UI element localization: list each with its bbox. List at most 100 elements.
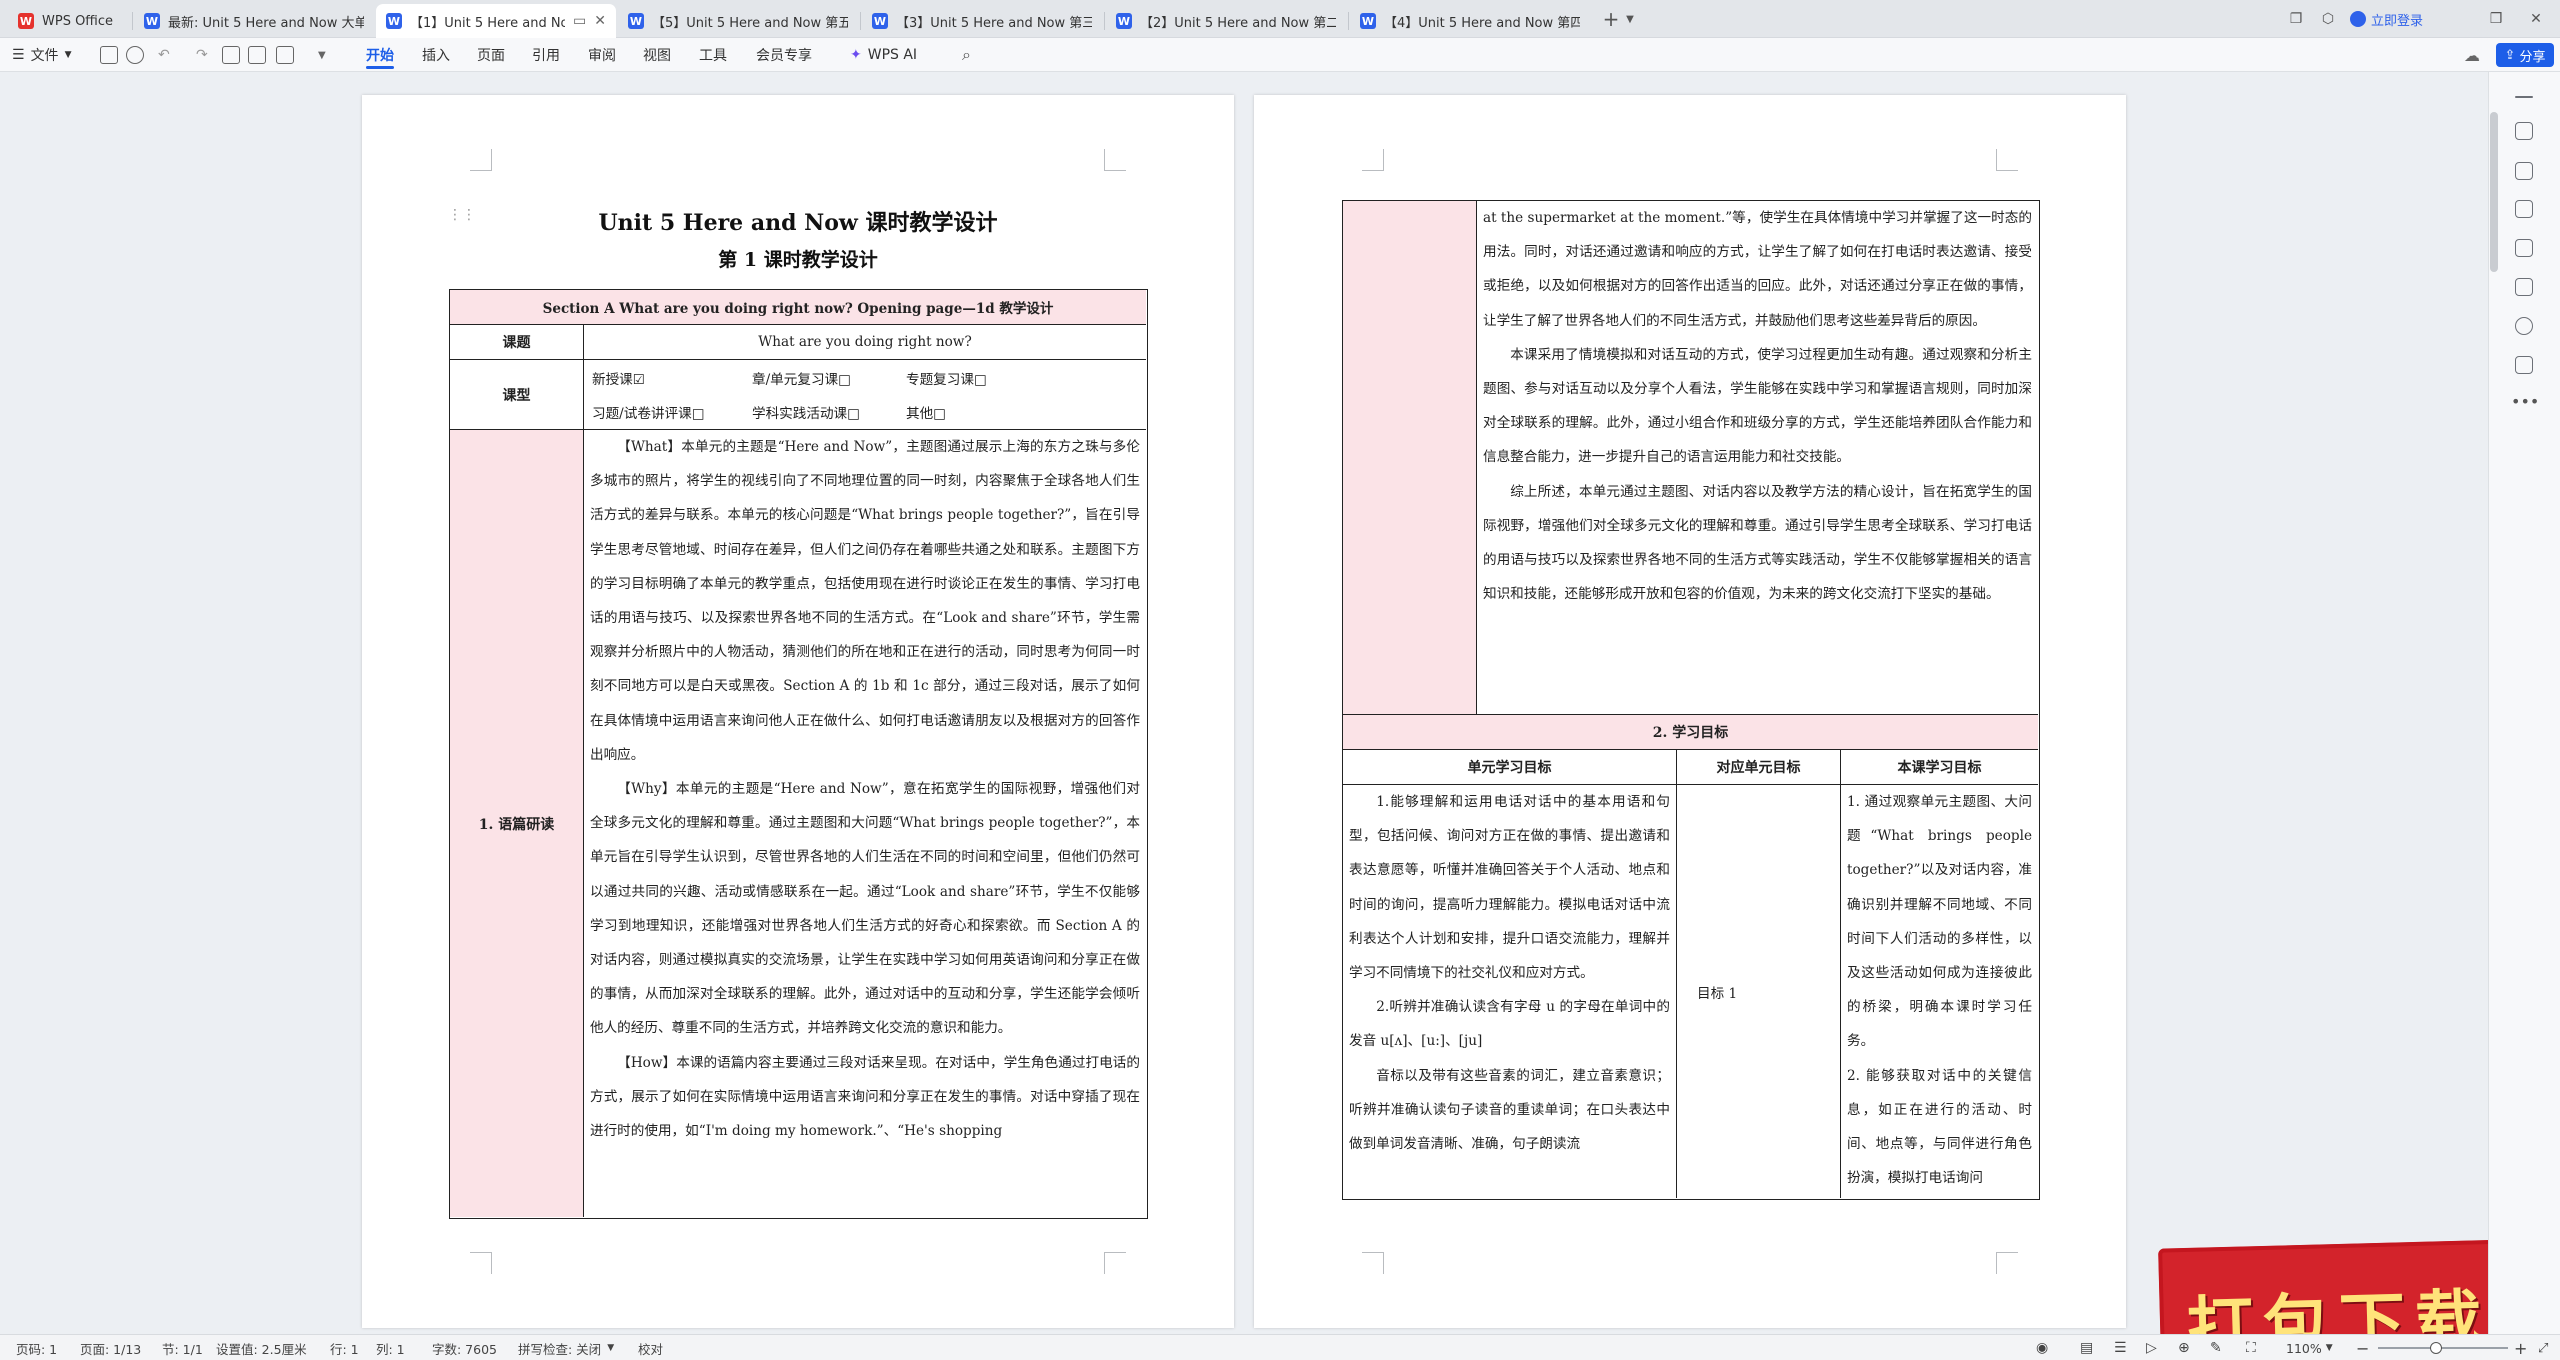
close-window-icon[interactable]: ✕ [2526, 8, 2546, 30]
wps-ai-button[interactable]: ✦ WPS AI [850, 38, 917, 72]
help-icon[interactable] [2515, 317, 2533, 335]
tab-label: 【5】Unit 5 Here and Now 第五课 [652, 15, 848, 31]
ribbon-tab-references[interactable]: 引用 [532, 38, 560, 72]
restore-window-icon[interactable]: ❒ [2486, 8, 2506, 30]
tab-unit5-lesson5[interactable]: W 【5】Unit 5 Here and Now 第五课 [618, 4, 858, 38]
status-col[interactable]: 列: 1 [376, 1335, 405, 1360]
section-header-cell: Section A What are you doing right now? … [450, 290, 1146, 325]
tab-unit5-lesson3[interactable]: W 【3】Unit 5 Here and Now 第三课 [862, 4, 1102, 38]
outline-view-icon[interactable]: ☰ [2114, 1335, 2127, 1360]
play-icon[interactable]: ▷ [2146, 1335, 2157, 1360]
analysis-summary-paragraph: 综上所述，本单元通过主题图、对话内容以及教学方法的精心设计，旨在拓宽学生的国际视… [1483, 483, 2032, 603]
wps-writer-window: W WPS Office W 最新: Unit 5 Here and Now 大… [0, 0, 2560, 1360]
search-icon[interactable]: ⌕ [962, 38, 971, 72]
search-replace-icon[interactable] [126, 46, 144, 64]
status-pages[interactable]: 页面: 1/13 [80, 1335, 141, 1360]
tab-wps-office[interactable]: W WPS Office [8, 4, 128, 38]
type-label-cell: 课型 [450, 360, 584, 430]
print-icon[interactable] [222, 46, 240, 64]
analysis-method-paragraph: 本课采用了情境模拟和对话互动的方式，使学习过程更加生动有趣。通过观察和分析主题图… [1483, 346, 2032, 466]
analysis-label-cell-continued [1343, 201, 1477, 715]
ribbon-tab-home[interactable]: 开始 [366, 38, 394, 72]
status-page[interactable]: 页码: 1 [16, 1335, 57, 1360]
goals-title-cell: 2. 学习目标 [1343, 715, 2038, 750]
share-panel-icon[interactable] [2515, 356, 2533, 374]
tab-label: 【4】Unit 5 Here and Now 第四课 [1384, 15, 1580, 31]
undo-icon[interactable]: ↶ [158, 38, 170, 72]
document-canvas[interactable]: ⋮⋮ Unit 5 Here and Now 课时教学设计 第 1 课时教学设计… [0, 72, 2520, 1360]
format-painter-icon[interactable] [276, 46, 294, 64]
tab-unit5-lesson2[interactable]: W 【2】Unit 5 Here and Now 第二课 [1106, 4, 1346, 38]
status-spell-check[interactable]: 拼写检查: 关闭 ▼ [518, 1335, 614, 1360]
ribbon-tab-view[interactable]: 视图 [643, 38, 671, 72]
tools-icon[interactable] [2515, 278, 2533, 296]
page-view-icon[interactable]: ▤ [2080, 1335, 2093, 1360]
web-view-icon[interactable]: ⊕ [2178, 1335, 2190, 1360]
tab-unit5-latest[interactable]: W 最新: Unit 5 Here and Now 大单元 [134, 4, 374, 38]
document-subtitle: 第 1 课时教学设计 [718, 249, 878, 271]
more-icon[interactable]: ••• [2511, 392, 2539, 411]
type-option[interactable]: 学科实践活动课□ [752, 402, 860, 422]
fullscreen-icon[interactable]: ⤢ [2538, 1335, 2548, 1360]
type-option[interactable]: 习题/试卷讲评课□ [592, 402, 705, 422]
cube-icon[interactable]: ⬡ [2318, 8, 2338, 30]
window-layout-icon[interactable]: ❐ [2286, 8, 2306, 30]
zoom-slider-handle[interactable] [2430, 1342, 2442, 1354]
ribbon-tab-tools[interactable]: 工具 [699, 38, 727, 72]
ribbon-tab-insert[interactable]: 插入 [422, 38, 450, 72]
type-option[interactable]: 其他□ [906, 402, 946, 422]
tab-unit5-lesson1[interactable]: W 【1】Unit 5 Here and Now ▭ ✕ [376, 4, 616, 38]
lesson-goal-1: 1. 通过观察单元主题图、大问题“What brings people toge… [1847, 794, 2032, 1050]
eye-protection-icon[interactable]: ◉ [2036, 1335, 2048, 1360]
word-doc-icon: W [628, 13, 644, 29]
zoom-slider[interactable] [2378, 1335, 2508, 1360]
lesson-design-table-continued: at the supermarket at the moment.”等，使学生在… [1342, 200, 2040, 1200]
type-option[interactable]: 新授课☑ [592, 368, 645, 388]
ribbon-tab-review[interactable]: 审阅 [588, 38, 616, 72]
minimize-panel-icon[interactable] [2515, 96, 2533, 98]
tab-unit5-lesson4[interactable]: W 【4】Unit 5 Here and Now 第四课 [1350, 4, 1590, 38]
document-title: Unit 5 Here and Now 课时教学设计 [598, 210, 998, 236]
login-button[interactable]: 立即登录 [2350, 8, 2423, 30]
share-button[interactable]: ⇪ 分享 [2496, 43, 2554, 67]
lesson-type-options: 新授课☑ 章/单元复习课□ 专题复习课□ 习题/试卷讲评课□ 学科实践活动课□ … [584, 360, 1146, 430]
write-icon[interactable]: ✎ [2210, 1335, 2222, 1360]
status-setting[interactable]: 设置值: 2.5厘米 [216, 1335, 307, 1360]
status-word-count[interactable]: 字数: 7605 [432, 1335, 497, 1360]
right-tool-panel: ••• [2488, 72, 2560, 1334]
status-section[interactable]: 节: 1/1 [162, 1335, 203, 1360]
avatar-icon [2350, 11, 2366, 27]
pen-icon[interactable] [2515, 122, 2533, 140]
document-page-2[interactable]: at the supermarket at the moment.”等，使学生在… [1254, 95, 2126, 1328]
export-pdf-icon[interactable] [248, 46, 266, 64]
new-tab-plus-icon[interactable]: + [1600, 7, 1622, 31]
type-option[interactable]: 章/单元复习课□ [752, 368, 851, 388]
status-proofread[interactable]: 校对 [638, 1335, 663, 1360]
vertical-scrollbar[interactable] [2490, 112, 2498, 272]
chevron-down-icon[interactable]: ▼ [1622, 8, 1638, 30]
file-menu[interactable]: ☰ 文件 ▼ [12, 38, 71, 72]
image-icon[interactable] [2515, 239, 2533, 257]
redo-icon[interactable]: ↷ [196, 38, 208, 72]
sliders-icon[interactable] [2515, 200, 2533, 218]
zoom-in-icon[interactable]: + [2514, 1335, 2527, 1360]
type-option[interactable]: 专题复习课□ [906, 368, 987, 388]
cloud-sync-icon[interactable]: ☁ [2464, 38, 2480, 72]
ribbon-tab-page[interactable]: 页面 [477, 38, 505, 72]
screen-icon[interactable]: ▭ [573, 13, 586, 29]
ribbon-tab-member[interactable]: 会员专享 [756, 38, 812, 72]
document-page-1[interactable]: ⋮⋮ Unit 5 Here and Now 课时教学设计 第 1 课时教学设计… [362, 95, 1234, 1328]
topic-value-cell: What are you doing right now? [584, 325, 1146, 360]
save-icon[interactable] [100, 46, 118, 64]
analysis-content-cell: 【What】本单元的主题是“Here and Now”，主题图通过展示上海的东方… [584, 430, 1146, 1217]
wps-logo-icon: W [18, 13, 34, 29]
word-doc-icon: W [1116, 13, 1132, 29]
cursor-select-icon[interactable] [2515, 162, 2533, 180]
quick-access-more-icon[interactable]: ▼ [318, 38, 326, 72]
close-tab-icon[interactable]: ✕ [594, 13, 606, 29]
status-row[interactable]: 行: 1 [330, 1335, 359, 1360]
zoom-level[interactable]: 110% ▼ [2286, 1335, 2333, 1360]
fit-page-icon[interactable]: ⛶ [2246, 1335, 2256, 1360]
unit-goal-2-continued: 音标以及带有这些音素的词汇，建立音素意识；听辨并准确认读句子读音的重读单词；在口… [1349, 1067, 1670, 1153]
zoom-out-icon[interactable]: − [2356, 1335, 2369, 1360]
